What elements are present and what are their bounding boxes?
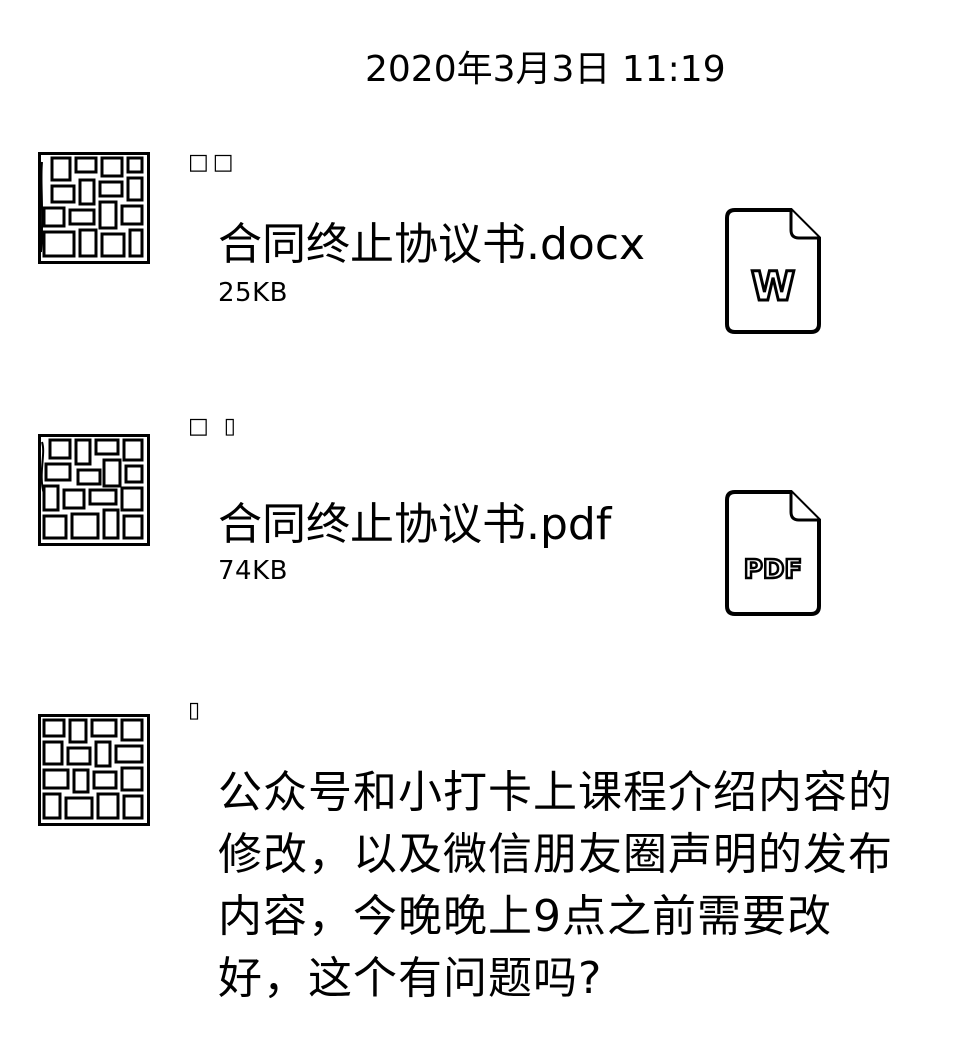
pdf-icon-label: PDF <box>744 555 802 585</box>
sender-name: ▯ <box>188 698 205 723</box>
sender-name: □□ <box>188 150 238 175</box>
file-name[interactable]: 合同终止协议书.pdf <box>218 488 611 552</box>
avatar[interactable] <box>38 714 150 826</box>
chat-message-file-docx: □□ 合同终止协议书.docx 25KB W <box>0 140 958 360</box>
avatar[interactable] <box>38 152 150 264</box>
chat-screen: 2020年3月3日 11:19 □□ 合同终止协议书.docx 25KB W □… <box>0 0 958 1053</box>
message-timestamp: 2020年3月3日 11:19 <box>365 49 726 90</box>
chat-message-file-pdf: □ ▯ 合同终止协议书.pdf 74KB PDF <box>0 414 958 640</box>
file-size: 74KB <box>218 556 288 586</box>
avatar[interactable] <box>38 434 150 546</box>
file-name[interactable]: 合同终止协议书.docx <box>218 208 645 272</box>
word-icon-label: W <box>751 264 795 310</box>
pdf-file-icon[interactable]: PDF <box>725 490 821 616</box>
message-text[interactable]: 公众号和小打卡上课程介绍内容的修改，以及微信朋友圈声明的发布内容，今晚晚上9点之… <box>218 762 908 1010</box>
word-file-icon[interactable]: W <box>725 208 821 334</box>
file-size: 25KB <box>218 278 288 308</box>
chat-message-text: ▯ 公众号和小打卡上课程介绍内容的修改，以及微信朋友圈声明的发布内容，今晚晚上9… <box>0 698 958 1040</box>
sender-name: □ ▯ <box>188 414 240 439</box>
